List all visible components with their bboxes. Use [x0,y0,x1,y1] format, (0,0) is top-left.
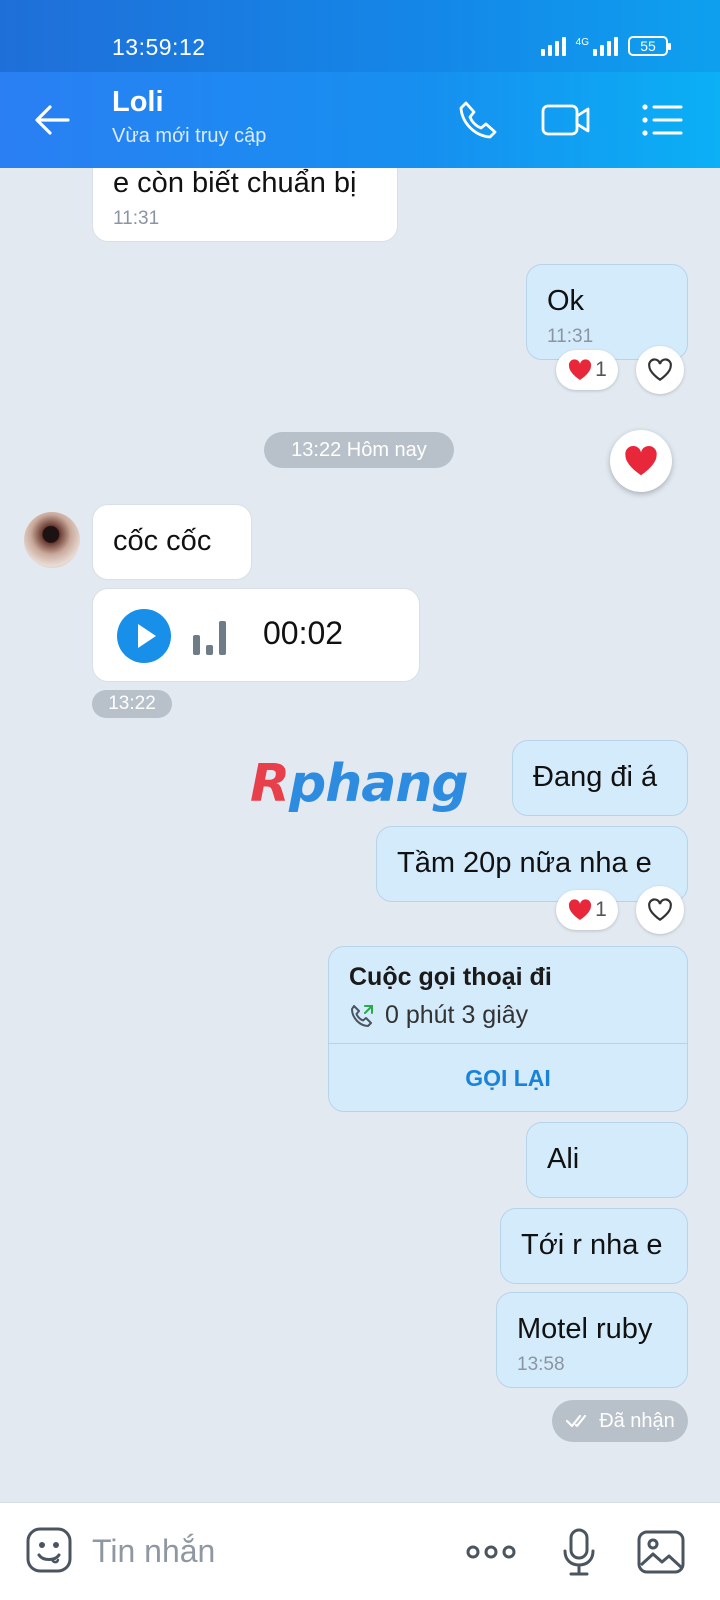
reaction-number: 1 [595,358,607,381]
heart-icon [569,899,592,920]
status-bar: 13:59:12 4G 55 [0,0,720,72]
signal-icon-2 [593,36,618,56]
message-text: e còn biết chuẩn bị [113,168,357,199]
status-time: 13:59:12 [112,34,206,60]
call-log-card[interactable]: Cuộc gọi thoại đi 0 phút 3 giây GỌI LẠI [328,946,688,1112]
play-icon[interactable] [117,609,171,663]
react-button[interactable] [636,346,684,394]
message-text: Motel ruby [517,1313,653,1345]
message-text: cốc cốc [113,525,212,557]
menu-button[interactable] [636,96,688,144]
signal-icon [540,36,566,56]
contact-status: Vừa mới truy cập [112,125,267,147]
message-time: 11:31 [547,326,594,347]
image-button[interactable] [634,1525,688,1579]
message-bubble-outgoing[interactable]: Đang đi á [512,740,688,816]
heart-icon [625,445,657,476]
message-text: Tới r nha e [521,1229,663,1261]
message-bubble-incoming[interactable]: cốc cốc [92,504,252,580]
date-separator: 13:22 Hôm nay [264,432,454,468]
contact-name: Loli [112,86,164,118]
message-text: Đang đi á [533,761,658,793]
message-bubble-outgoing[interactable]: Ali [526,1122,688,1198]
message-input[interactable] [92,1527,432,1575]
microphone-icon [563,1528,595,1576]
call-duration: 0 phút 3 giây [385,1001,529,1029]
voice-record-button[interactable] [552,1525,606,1579]
message-list[interactable]: e còn biết chuẩn bị 11:31 Ok 11:31 1 13:… [0,168,720,1502]
reaction-count[interactable]: 1 [556,890,618,930]
double-check-icon [566,1414,587,1428]
image-gallery-icon [637,1530,685,1574]
delivery-status-badge: Đã nhận [552,1400,688,1442]
chat-header: Loli Vừa mới truy cập [0,72,720,168]
heart-outline-icon [648,898,672,921]
phone-icon [459,101,497,139]
network-type: 4G [575,37,589,48]
outgoing-call-icon [351,1004,373,1027]
waveform-icon [193,621,226,655]
message-time: 11:31 [113,208,160,229]
list-menu-icon [642,104,683,136]
message-time-badge: 13:22 [92,690,172,718]
message-bubble-outgoing[interactable]: Tầm 20p nữa nha e [376,826,688,902]
back-button[interactable] [30,98,74,142]
message-text: Tầm 20p nữa nha e [397,847,652,879]
call-back-button[interactable]: GỌI LẠI [329,1044,687,1111]
video-call-button[interactable] [540,96,592,144]
voice-call-button[interactable] [452,96,504,144]
call-title: Cuộc gọi thoại đi [349,963,552,991]
sticker-button[interactable] [24,1525,74,1575]
message-text: Ali [547,1143,580,1175]
message-bubble-incoming[interactable]: e còn biết chuẩn bị 11:31 [92,168,398,242]
message-composer [0,1502,720,1600]
heart-outline-icon [648,358,672,381]
message-bubble-outgoing[interactable]: Tới r nha e [500,1208,688,1284]
message-bubble-outgoing[interactable]: Motel ruby 13:58 [496,1292,688,1388]
battery-icon: 55 [628,36,671,56]
reaction-number: 1 [595,898,607,921]
call-duration-row: 0 phút 3 giây [349,1001,528,1030]
message-text: Ok [547,285,585,317]
video-camera-icon [541,104,590,136]
delivery-status-text: Đã nhận [599,1409,675,1432]
smiley-sticker-icon [26,1527,72,1573]
watermark-logo: Rphang [250,754,469,814]
voice-duration: 00:02 [263,615,344,651]
contact-info[interactable]: Loli Vừa mới truy cập [112,86,266,148]
more-dots-icon [466,1545,516,1559]
reaction-count[interactable]: 1 [556,350,618,390]
more-options-button[interactable] [464,1525,518,1579]
message-time: 13:58 [517,1354,565,1375]
quick-reaction-button[interactable] [610,430,672,492]
heart-icon [569,359,592,380]
avatar[interactable] [24,512,80,568]
arrow-left-icon [35,105,70,135]
react-button[interactable] [636,886,684,934]
voice-message[interactable]: 00:02 [92,588,420,682]
status-icons: 4G 55 [540,36,671,56]
